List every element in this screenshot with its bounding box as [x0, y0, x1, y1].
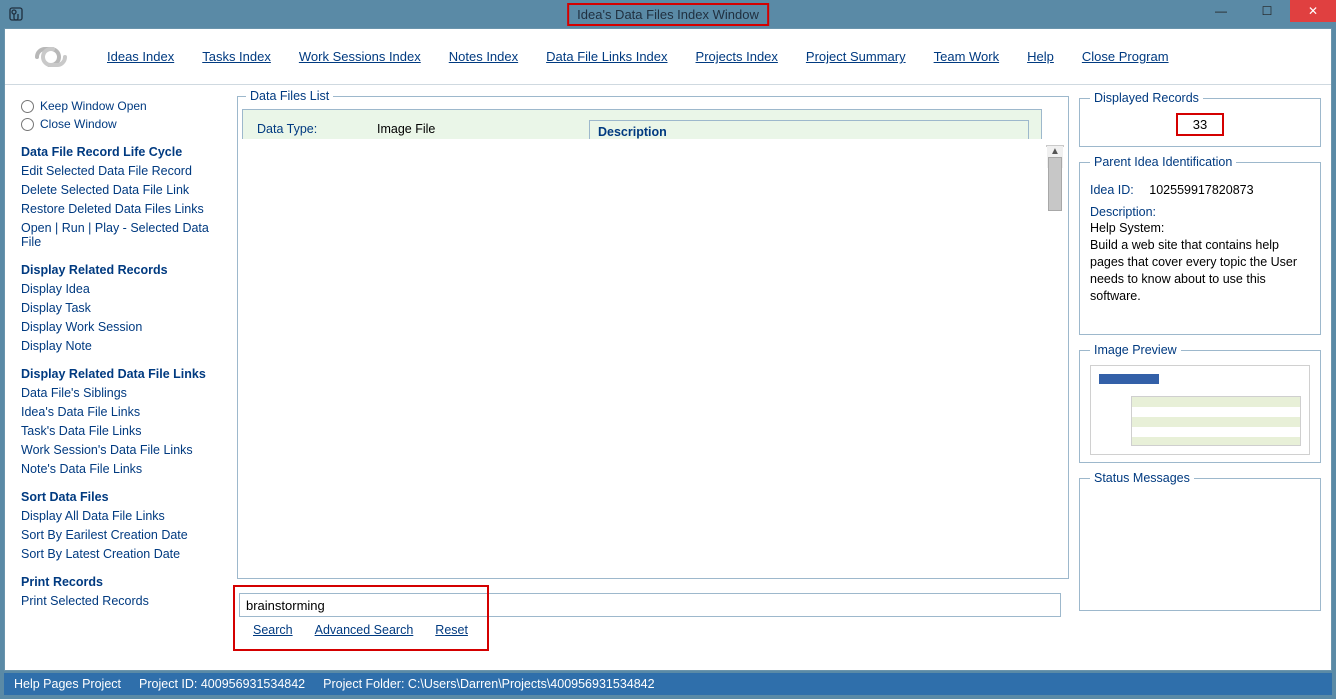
titlebar: Idea's Data Files Index Window — ☐ ✕	[0, 0, 1336, 28]
link-display-task[interactable]: Display Task	[21, 301, 223, 315]
description-label: Description	[598, 125, 1020, 139]
nav-help[interactable]: Help	[1027, 49, 1054, 64]
data-files-list-legend: Data Files List	[246, 89, 333, 103]
center-column: Data Files List Displaying All Records D…	[235, 85, 1075, 670]
nav-ideas-index[interactable]: Ideas Index	[107, 49, 174, 64]
group-heading: Display Related Data File Links	[21, 367, 223, 381]
parent-idea-legend: Parent Idea Identification	[1090, 155, 1236, 169]
description-label: Description:	[1090, 205, 1310, 219]
image-preview-box: Image Preview	[1079, 343, 1321, 463]
link-notes-data-file-links[interactable]: Note's Data File Links	[21, 462, 223, 476]
footer-project-id: 400956931534842	[201, 677, 305, 691]
footer-project-folder: C:\Users\Darren\Projects\400956931534842	[408, 677, 655, 691]
link-display-work-session[interactable]: Display Work Session	[21, 320, 223, 334]
radio-close-window[interactable]: Close Window	[21, 117, 223, 131]
link-print-selected-records[interactable]: Print Selected Records	[21, 594, 223, 608]
group-heading: Display Related Records	[21, 263, 223, 277]
link-edit-selected-data-file-record[interactable]: Edit Selected Data File Record	[21, 164, 223, 178]
search-button[interactable]: Search	[253, 623, 293, 637]
nav-project-summary[interactable]: Project Summary	[806, 49, 906, 64]
nav-tasks-index[interactable]: Tasks Index	[202, 49, 271, 64]
idea-id-value: 102559917820873	[1149, 183, 1253, 197]
left-sidebar: Keep Window Open Close Window Data File …	[5, 85, 235, 670]
idea-id-label: Idea ID:	[1090, 183, 1134, 197]
minimize-button[interactable]: —	[1198, 0, 1244, 22]
records-scrollbar[interactable]: ▲ ▼	[1046, 145, 1064, 147]
link-sort-by-latest-creation-date[interactable]: Sort By Latest Creation Date	[21, 547, 223, 561]
group-heading: Print Records	[21, 575, 223, 589]
search-input[interactable]	[239, 593, 1061, 617]
link-ideas-data-file-links[interactable]: Idea's Data File Links	[21, 405, 223, 419]
nav-work-sessions-index[interactable]: Work Sessions Index	[299, 49, 421, 64]
app-icon	[6, 4, 26, 24]
app-body: Ideas Index Tasks Index Work Sessions In…	[4, 28, 1332, 671]
displayed-records-legend: Displayed Records	[1090, 91, 1203, 105]
radio-label: Close Window	[40, 117, 117, 131]
parent-idea-box: Parent Idea Identification Idea ID: 1025…	[1079, 155, 1321, 335]
link-delete-selected-data-file-link[interactable]: Delete Selected Data File Link	[21, 183, 223, 197]
top-nav: Ideas Index Tasks Index Work Sessions In…	[5, 29, 1331, 85]
maximize-button[interactable]: ☐	[1244, 0, 1290, 22]
link-open-run-play-selected-data-file[interactable]: Open | Run | Play - Selected Data File	[21, 221, 223, 249]
footer-project-folder-label: Project Folder:	[323, 677, 404, 691]
link-work-sessions-data-file-links[interactable]: Work Session's Data File Links	[21, 443, 223, 457]
group-heading: Sort Data Files	[21, 490, 223, 504]
nav-close-program[interactable]: Close Program	[1082, 49, 1169, 64]
scroll-up-icon[interactable]: ▲	[1047, 146, 1063, 157]
close-button[interactable]: ✕	[1290, 0, 1336, 22]
link-display-note[interactable]: Display Note	[21, 339, 223, 353]
record-description-box: Description Note Image: 20378556832811.P…	[589, 120, 1029, 139]
group-heading: Data File Record Life Cycle	[21, 145, 223, 159]
window-title: Idea's Data Files Index Window	[567, 3, 769, 26]
displayed-records-box: Displayed Records 33	[1079, 91, 1321, 147]
status-messages-box: Status Messages	[1079, 471, 1321, 611]
right-sidebar: Displayed Records 33 Parent Idea Identif…	[1075, 85, 1331, 670]
link-tasks-data-file-links[interactable]: Task's Data File Links	[21, 424, 223, 438]
nav-data-file-links-index[interactable]: Data File Links Index	[546, 49, 667, 64]
link-sort-by-earliest-creation-date[interactable]: Sort By Earilest Creation Date	[21, 528, 223, 542]
nav-projects-index[interactable]: Projects Index	[696, 49, 778, 64]
window-controls: — ☐ ✕	[1198, 0, 1336, 24]
status-messages-legend: Status Messages	[1090, 471, 1194, 485]
record-card[interactable]: Data Type: Image File Data File ID: 6506…	[242, 109, 1042, 139]
image-preview	[1090, 365, 1310, 455]
displayed-records-count: 33	[1176, 113, 1224, 136]
description-title: Help System:	[1090, 221, 1310, 235]
footer-project-name: Help Pages Project	[14, 677, 121, 691]
radio-keep-window-open[interactable]: Keep Window Open	[21, 99, 223, 113]
search-area: Search Advanced Search Reset	[237, 589, 1069, 647]
image-preview-legend: Image Preview	[1090, 343, 1181, 357]
description-body: Build a web site that contains help page…	[1090, 237, 1310, 305]
footer-project-id-label: Project ID:	[139, 677, 197, 691]
link-data-files-siblings[interactable]: Data File's Siblings	[21, 386, 223, 400]
scroll-thumb[interactable]	[1048, 157, 1062, 211]
chain-link-icon	[23, 37, 79, 77]
nav-notes-index[interactable]: Notes Index	[449, 49, 518, 64]
nav-team-work[interactable]: Team Work	[934, 49, 1000, 64]
field-label: Data Type:	[257, 122, 367, 136]
link-display-all-data-file-links[interactable]: Display All Data File Links	[21, 509, 223, 523]
records-viewport: Data Type: Image File Data File ID: 6506…	[238, 103, 1068, 139]
advanced-search-button[interactable]: Advanced Search	[315, 623, 414, 637]
radio-label: Keep Window Open	[40, 99, 147, 113]
status-bar: Help Pages Project Project ID: 400956931…	[4, 673, 1332, 695]
link-display-idea[interactable]: Display Idea	[21, 282, 223, 296]
data-files-list: Data Files List Displaying All Records D…	[237, 89, 1069, 579]
link-restore-deleted-data-files-links[interactable]: Restore Deleted Data Files Links	[21, 202, 223, 216]
reset-button[interactable]: Reset	[435, 623, 468, 637]
